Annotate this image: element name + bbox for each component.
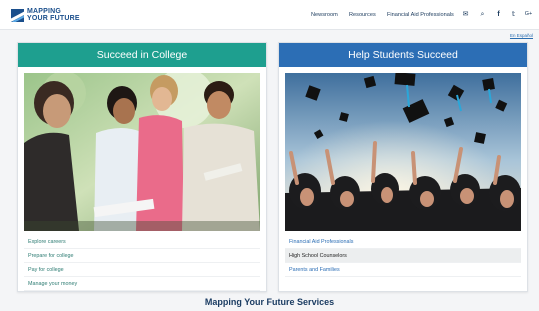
students-studying-photo — [24, 73, 260, 231]
twitter-icon[interactable]: 𝕥 — [509, 10, 518, 19]
services-heading: Mapping Your Future Services — [204, 297, 335, 307]
link-high-school-counselors[interactable]: High School Counselors — [285, 249, 521, 263]
link-financial-aid-professionals[interactable]: Financial Aid Professionals — [285, 235, 521, 249]
help-students-succeed-header[interactable]: Help Students Succeed — [279, 43, 527, 67]
nav-resources[interactable]: Resources — [349, 12, 376, 18]
nav-financial-aid-professionals[interactable]: Financial Aid Professionals — [387, 12, 454, 18]
link-parents-and-families[interactable]: Parents and Families — [285, 263, 521, 277]
logo-text: MAPPING YOUR FUTURE — [27, 8, 80, 22]
link-prepare-for-college[interactable]: Prepare for college — [24, 249, 260, 263]
help-students-succeed-links: Financial Aid Professionals High School … — [285, 235, 521, 277]
succeed-in-college-header[interactable]: Succeed in College — [18, 43, 266, 67]
envelope-icon[interactable]: ✉ — [461, 10, 470, 19]
graduation-caps-photo — [285, 73, 521, 231]
help-students-succeed-card: Help Students Succeed Financial Aid Prof… — [278, 42, 528, 292]
google-plus-icon[interactable]: G+ — [524, 10, 533, 19]
link-manage-your-money[interactable]: Manage your money — [24, 277, 260, 291]
search-icon[interactable]: ⌕ — [478, 10, 487, 19]
link-pay-for-college[interactable]: Pay for college — [24, 263, 260, 277]
language-link-espanol[interactable]: En Español — [510, 33, 533, 38]
mapping-your-future-logo[interactable]: MAPPING YOUR FUTURE — [11, 8, 80, 22]
link-explore-careers[interactable]: Explore careers — [24, 235, 260, 249]
succeed-in-college-links: Explore careers Prepare for college Pay … — [24, 235, 260, 291]
facebook-icon[interactable]: f — [494, 10, 503, 19]
logo-line-2: YOUR FUTURE — [27, 14, 80, 22]
top-navigation-bar: MAPPING YOUR FUTURE Newsroom Resources F… — [0, 0, 539, 30]
logo-mark-icon — [11, 9, 24, 22]
nav-newsroom[interactable]: Newsroom — [311, 12, 338, 18]
succeed-in-college-card: Succeed in College Explore careers Prepa… — [17, 42, 267, 292]
